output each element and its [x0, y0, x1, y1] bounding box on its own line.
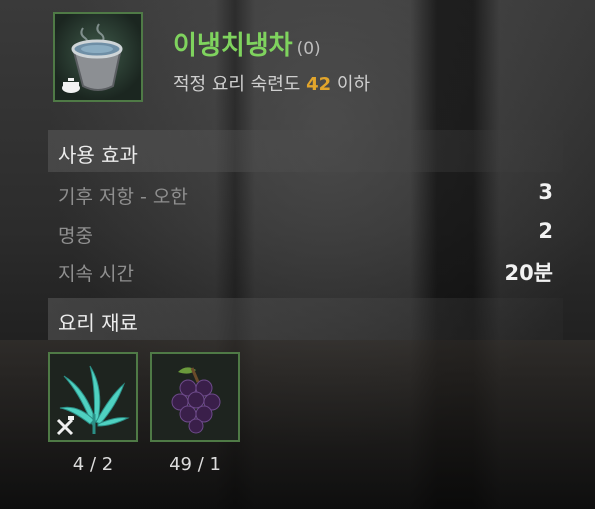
stat-row-duration: 지속 시간 20분: [58, 257, 553, 287]
ingredient-quantity: 49 / 1: [169, 454, 221, 475]
stat-value: 2: [538, 219, 553, 243]
gathering-tools-icon: [56, 416, 74, 436]
item-count: (0): [296, 39, 321, 59]
stat-row-accuracy: 명중 2: [58, 219, 553, 249]
effects-section-header: 사용 효과: [48, 130, 563, 172]
effects-header-label: 사용 효과: [58, 143, 138, 167]
requirement-text: 적정 요리 숙련도 42 이하: [173, 70, 370, 96]
item-name: 이냉치냉차: [173, 31, 293, 61]
tea-cup-icon: [62, 23, 123, 93]
stat-value: 3: [538, 180, 553, 204]
stat-label: 지속 시간: [58, 263, 134, 285]
stat-label: 명중: [58, 225, 93, 247]
requirement-level: 42: [306, 74, 332, 95]
item-icon-slot[interactable]: [53, 12, 143, 102]
ingredients-header-label: 요리 재료: [58, 311, 138, 335]
cooking-pot-badge-icon: [62, 78, 80, 93]
requirement-suffix: 이하: [336, 74, 371, 95]
grape-icon: [171, 367, 221, 434]
ingredient-slot-grape[interactable]: [150, 352, 240, 442]
ingredient-quantity: 4 / 2: [72, 454, 114, 475]
requirement-prefix: 적정 요리 숙련도: [173, 74, 301, 95]
stat-value: 20분: [504, 261, 553, 285]
stat-row-cold-resistance: 기후 저항 - 오한 3: [58, 180, 553, 210]
stat-label: 기후 저항 - 오한: [58, 186, 188, 208]
ingredient-slot-herb[interactable]: [48, 352, 138, 442]
ingredients-section-header: 요리 재료: [48, 298, 563, 340]
item-title-row: 이냉치냉차 (0): [173, 25, 321, 62]
